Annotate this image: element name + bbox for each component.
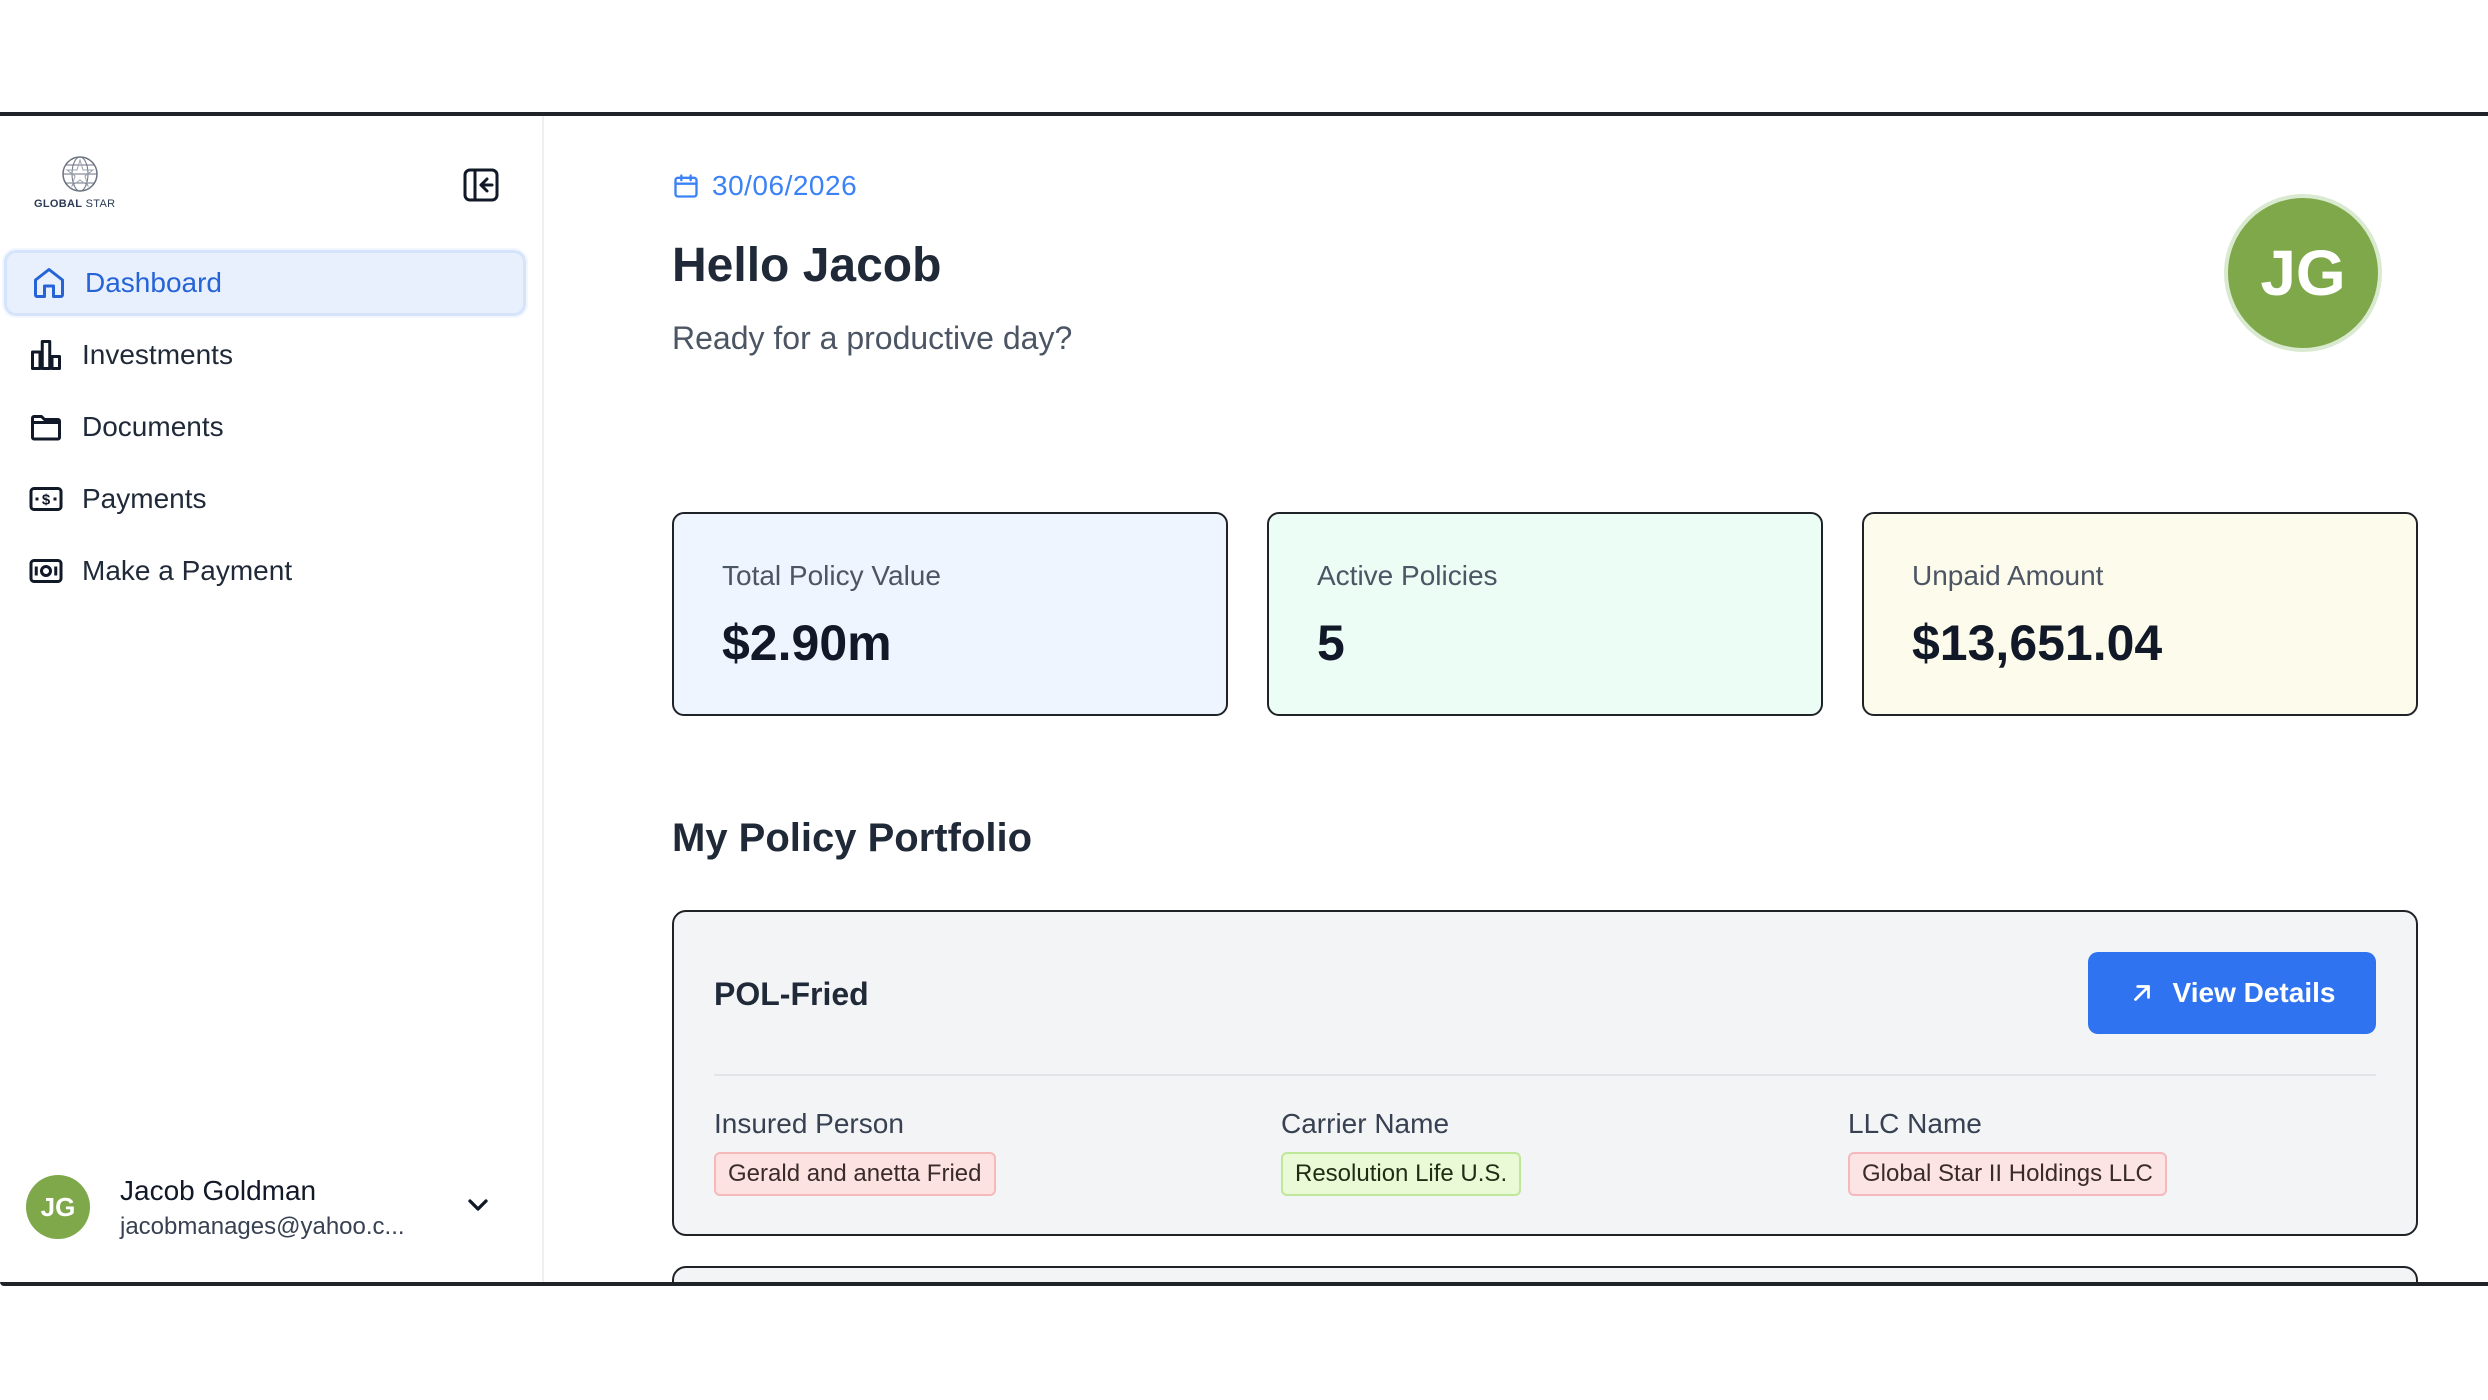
sidebar-item-payments[interactable]: $ Payments xyxy=(4,466,526,532)
field-label: Insured Person xyxy=(714,1108,904,1139)
policy-card: POL-Fried View Details Insured Person Ge… xyxy=(672,910,2418,1236)
view-details-button[interactable]: View Details xyxy=(2088,952,2376,1034)
window-bottom-border xyxy=(0,1282,2488,1286)
sidebar-item-documents[interactable]: Documents xyxy=(4,394,526,460)
current-date: 30/06/2026 xyxy=(672,170,857,202)
folder-icon xyxy=(26,407,66,447)
stat-card-active-policies: Active Policies 5 xyxy=(1267,512,1823,716)
insured-person-tag: Gerald and anetta Fried xyxy=(714,1152,996,1196)
user-name: Jacob Goldman xyxy=(120,1175,317,1206)
bar-chart-icon xyxy=(26,335,66,375)
panel-collapse-icon xyxy=(463,168,499,202)
view-details-label: View Details xyxy=(2172,977,2336,1008)
field-label: Carrier Name xyxy=(1281,1108,1450,1139)
globe-logo-icon xyxy=(62,156,98,192)
field-llc-name: LLC Name Global Star II Holdings LLC xyxy=(1848,1108,2167,1196)
sidebar-item-label: Documents xyxy=(82,411,224,442)
user-menu[interactable]: JG Jacob Goldman jacobmanages@yahoo.c... xyxy=(26,1169,516,1241)
home-icon xyxy=(29,263,69,303)
page-subtitle: Ready for a productive day? xyxy=(672,320,1073,356)
date-text: 30/06/2026 xyxy=(712,170,858,201)
stat-card-total-policy-value: Total Policy Value $2.90m xyxy=(672,512,1228,716)
arrow-up-right-icon xyxy=(2133,985,2150,1001)
profile-avatar[interactable]: JG xyxy=(2224,194,2382,352)
stat-value: $13,651.04 xyxy=(1912,615,2163,671)
sidebar-nav: Dashboard Investments Documents $ Paymen… xyxy=(2,248,528,610)
stat-label: Active Policies xyxy=(1317,560,1498,591)
sidebar-item-label: Make a Payment xyxy=(82,555,293,586)
stat-value: $2.90m xyxy=(722,615,892,671)
app-window: GLOBAL STAR Dashboard Investments Docume… xyxy=(0,112,2488,1285)
sidebar: GLOBAL STAR Dashboard Investments Docume… xyxy=(0,116,544,1285)
avatar: JG xyxy=(26,1175,90,1239)
collapse-sidebar-button[interactable] xyxy=(462,166,500,204)
sidebar-item-make-a-payment[interactable]: Make a Payment xyxy=(4,538,526,604)
llc-name-tag: Global Star II Holdings LLC xyxy=(1848,1152,2167,1196)
global-star-logo[interactable]: GLOBAL STAR xyxy=(34,154,126,212)
field-insured-person: Insured Person Gerald and anetta Fried xyxy=(714,1108,996,1196)
sidebar-item-label: Investments xyxy=(82,339,233,370)
policy-name: POL-Fried xyxy=(714,976,869,1012)
dollar-card-icon: $ xyxy=(26,479,66,519)
banknote-icon xyxy=(26,551,66,591)
logo-text: GLOBAL STAR xyxy=(34,198,116,210)
page-title: Hello Jacob xyxy=(672,239,942,292)
svg-text:$: $ xyxy=(42,491,51,508)
sidebar-item-dashboard[interactable]: Dashboard xyxy=(2,248,528,318)
stat-label: Unpaid Amount xyxy=(1912,560,2104,591)
sidebar-item-investments[interactable]: Investments xyxy=(4,322,526,388)
stat-label: Total Policy Value xyxy=(722,560,941,591)
sidebar-item-label: Payments xyxy=(82,483,207,514)
calendar-icon xyxy=(674,174,698,198)
user-email: jacobmanages@yahoo.c... xyxy=(120,1213,405,1240)
chevron-down-icon xyxy=(468,1199,488,1211)
main-content: 30/06/2026 Hello Jacob Ready for a produ… xyxy=(546,116,2488,1285)
section-title: My Policy Portfolio xyxy=(672,816,1033,860)
sidebar-item-label: Dashboard xyxy=(85,267,222,298)
carrier-name-tag: Resolution Life U.S. xyxy=(1281,1152,1522,1196)
stat-card-unpaid-amount: Unpaid Amount $13,651.04 xyxy=(1862,512,2418,716)
divider xyxy=(714,1074,2376,1076)
field-label: LLC Name xyxy=(1848,1108,1982,1139)
field-carrier-name: Carrier Name Resolution Life U.S. xyxy=(1281,1108,1522,1196)
stat-value: 5 xyxy=(1317,615,1345,671)
